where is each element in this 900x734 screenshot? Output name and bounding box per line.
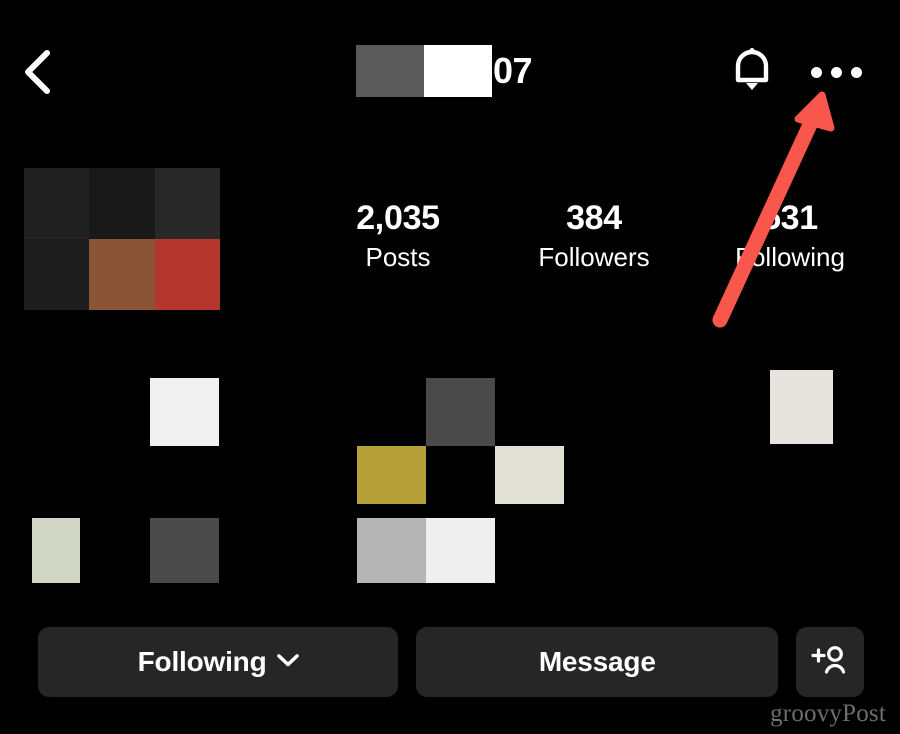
profile-bio-redacted — [0, 0, 900, 734]
bio-redaction-block — [426, 518, 495, 583]
bio-redaction-block — [150, 378, 219, 446]
bio-redaction-block — [495, 446, 564, 504]
bio-redaction-block — [770, 370, 833, 444]
chevron-down-icon — [276, 653, 299, 672]
bio-redaction-block — [32, 518, 80, 583]
add-person-button[interactable] — [796, 627, 864, 697]
add-person-icon — [810, 644, 850, 681]
following-button[interactable]: Following — [38, 627, 399, 697]
following-button-label: Following — [137, 646, 267, 677]
bio-redaction-block — [150, 518, 219, 583]
message-button-label: Message — [538, 646, 656, 677]
bio-redaction-block — [357, 446, 426, 504]
bio-redaction-block — [357, 518, 426, 583]
message-button[interactable]: Message — [416, 627, 779, 697]
watermark: groovyPost — [770, 700, 886, 727]
profile-action-buttons: Following Message — [38, 627, 864, 697]
instagram-profile-screen: 07 2,035 Posts 384 Followers 531 Followi… — [0, 0, 900, 734]
bio-redaction-block — [426, 378, 495, 446]
